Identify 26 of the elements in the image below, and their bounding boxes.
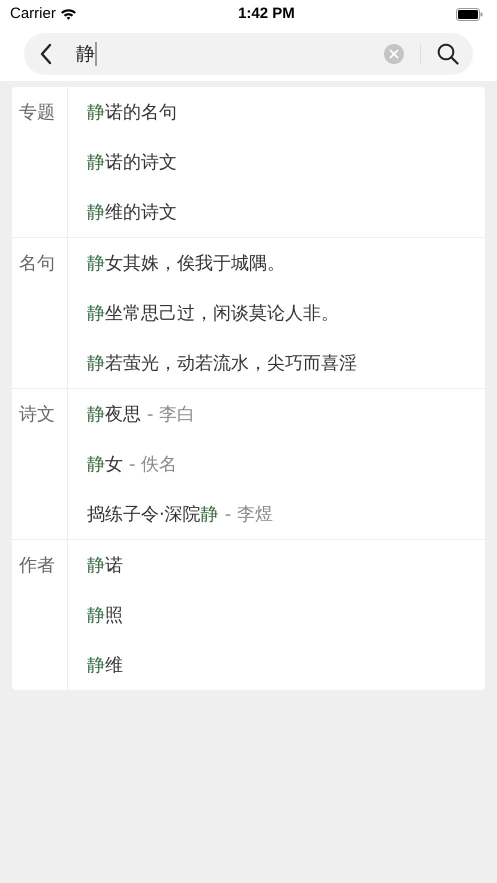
category-label: 诗文 (19, 404, 55, 425)
result-item[interactable]: 静诺的诗文 (87, 148, 177, 176)
clock-label: 1:42 PM (238, 4, 295, 24)
author-label: - 佚名 (129, 452, 178, 476)
battery-icon (456, 8, 483, 20)
author-label: - 李白 (147, 402, 196, 426)
result-item[interactable]: 捣练子令·深院静 (87, 500, 219, 528)
result-item[interactable]: 静维 (87, 652, 123, 678)
search-icon[interactable] (437, 43, 459, 65)
wifi-icon (60, 8, 77, 20)
result-item[interactable]: 静诺的名句 (87, 98, 177, 126)
result-item[interactable]: 静女 (87, 450, 123, 478)
result-item[interactable]: 静女其姝，俟我于城隅。 (87, 250, 285, 276)
author-label: - 李煜 (224, 502, 273, 526)
category-label: 名句 (19, 253, 55, 274)
category-label: 专题 (19, 102, 55, 123)
category-label: 作者 (19, 555, 55, 576)
result-item[interactable]: 静诺 (87, 552, 123, 578)
back-icon[interactable] (40, 43, 52, 65)
result-item[interactable]: 静照 (87, 602, 123, 628)
carrier-label: Carrier (10, 4, 56, 24)
result-item[interactable]: 静坐常思己过，闲谈莫论人非。 (87, 300, 339, 326)
result-item[interactable]: 静维的诗文 (87, 198, 177, 226)
result-item[interactable]: 静若萤光，动若流水，尖巧而喜淫 (87, 350, 357, 376)
result-item[interactable]: 静夜思 (87, 400, 141, 428)
search-field[interactable]: 静 (24, 33, 473, 75)
